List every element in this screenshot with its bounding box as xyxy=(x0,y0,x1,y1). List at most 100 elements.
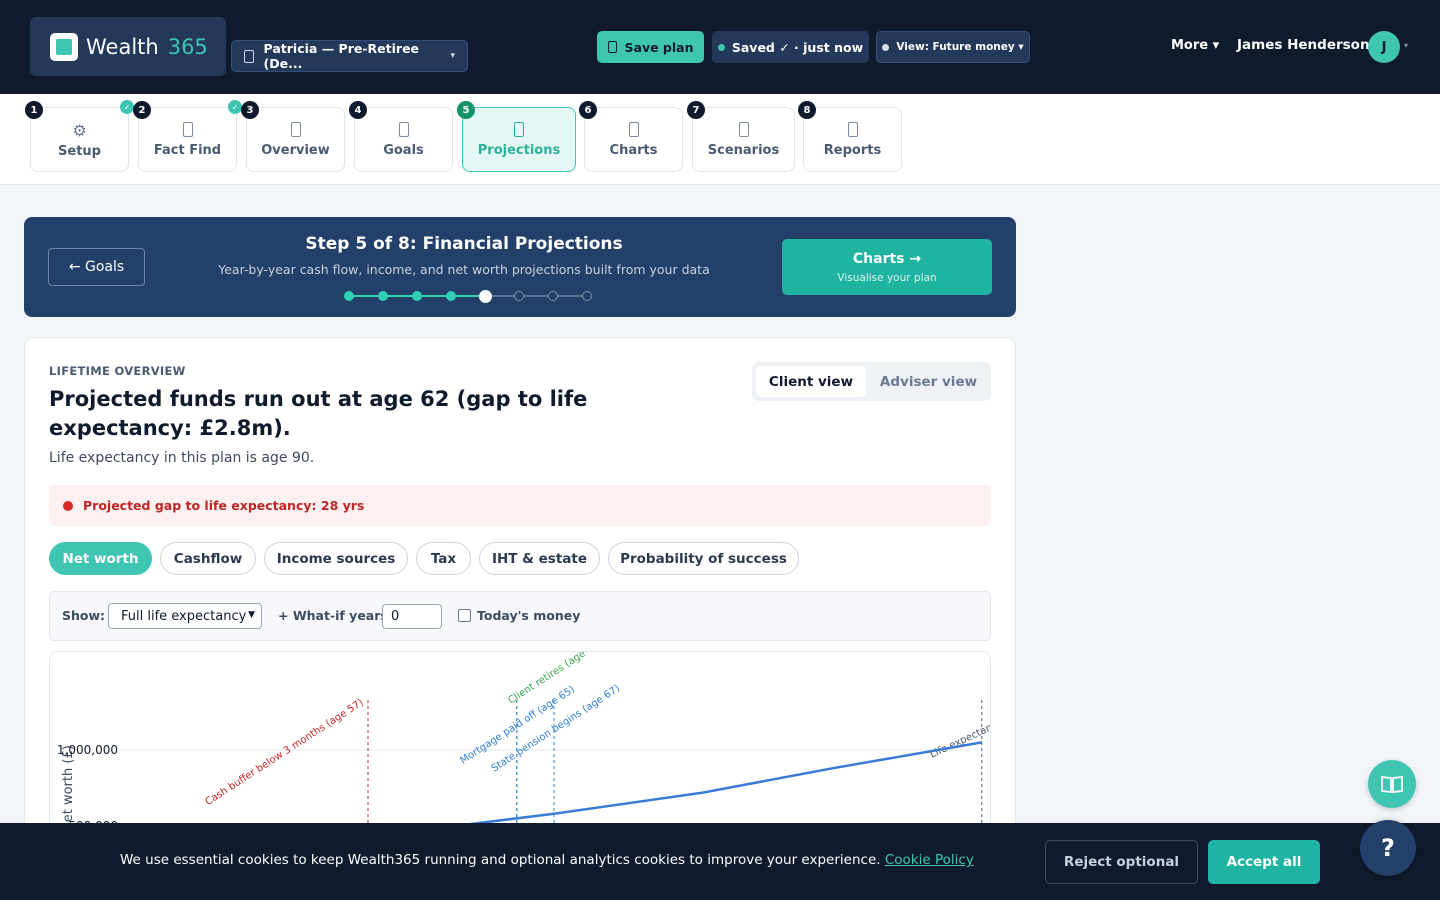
status-dot-icon xyxy=(882,43,890,51)
view-mode-label: View: Future money ▾ xyxy=(896,41,1024,53)
tab-income-sources[interactable]: Income sources xyxy=(264,542,408,575)
check-icon: ✓ xyxy=(120,100,134,114)
more-menu-button[interactable]: More ▾ xyxy=(1171,38,1219,53)
gap-alert: Projected gap to life expectancy: 28 yrs xyxy=(49,485,991,526)
step-charts[interactable]: Charts xyxy=(584,107,683,172)
step-fact-find[interactable]: Fact Find xyxy=(138,107,237,172)
whatif-label: + What-if years: xyxy=(278,608,393,623)
step-label: Projections xyxy=(477,142,561,158)
step-number-badge: 1 xyxy=(25,101,43,119)
adviser-view-toggle[interactable]: Adviser view xyxy=(870,366,987,397)
save-icon xyxy=(607,41,617,53)
help-button[interactable]: ? xyxy=(1360,820,1416,876)
alert-dot-icon xyxy=(63,500,73,511)
step-label: Overview xyxy=(261,142,330,158)
step-reports[interactable]: Reports xyxy=(803,107,902,172)
brand-logo-button[interactable]: Wealth 365 xyxy=(30,17,226,76)
document-icon xyxy=(290,121,301,137)
step-label: Charts xyxy=(609,142,658,158)
step-progress-dots xyxy=(344,289,592,303)
progress-dot xyxy=(378,291,388,301)
whatif-years-input[interactable]: 0 xyxy=(382,604,442,629)
step-projections[interactable]: Projections xyxy=(462,107,576,172)
step-subtitle: Year-by-year cash flow, income, and net … xyxy=(218,262,710,277)
net-worth-series-line xyxy=(367,741,983,828)
step-number-badge: 2 xyxy=(133,101,151,119)
cookie-message: We use essential cookies to keep Wealth3… xyxy=(120,852,974,868)
step-number-badge: 8 xyxy=(798,101,816,119)
accept-all-button[interactable]: Accept all xyxy=(1208,840,1320,884)
tab-net-worth[interactable]: Net worth xyxy=(49,542,152,575)
view-toggle: Client view Adviser view xyxy=(752,362,991,401)
report-icon xyxy=(847,121,858,137)
scenarios-icon xyxy=(738,121,749,137)
client-selector[interactable]: Patricia — Pre-Retiree (De... ▾ xyxy=(231,40,468,72)
chart-icon xyxy=(628,121,639,137)
show-label: Show: xyxy=(62,608,106,623)
progress-dot xyxy=(582,291,592,301)
progress-dot xyxy=(478,289,492,303)
progress-dot xyxy=(446,291,456,301)
progress-dot xyxy=(412,291,422,301)
gear-icon: ⚙ xyxy=(72,120,87,140)
next-charts-button[interactable]: Charts → Visualise your plan xyxy=(782,239,992,295)
guide-button[interactable] xyxy=(1368,760,1416,808)
next-button-sublabel: Visualise your plan xyxy=(837,271,937,284)
progress-dot xyxy=(548,291,558,301)
step-label: Fact Find xyxy=(153,142,222,158)
show-range-value: Full life expectancy xyxy=(121,608,247,624)
save-plan-label: Save plan xyxy=(624,39,694,55)
back-to-goals-button[interactable]: ← Goals xyxy=(48,248,145,286)
saved-status: Saved ✓ · just now xyxy=(712,31,869,63)
document-icon xyxy=(514,121,524,137)
chevron-down-icon: ▾ xyxy=(450,51,455,61)
user-name[interactable]: James Henderson xyxy=(1237,37,1370,53)
section-kicker: LIFETIME OVERVIEW xyxy=(49,364,186,378)
step-label: Scenarios xyxy=(707,142,780,158)
client-selector-label: Patricia — Pre-Retiree (De... xyxy=(263,41,420,71)
alert-text: Projected gap to life expectancy: 28 yrs xyxy=(83,498,365,513)
step-number-badge: 7 xyxy=(687,101,705,119)
step-scenarios[interactable]: Scenarios xyxy=(692,107,795,172)
show-range-select[interactable]: Full life expectancy ▼ xyxy=(108,603,262,629)
annotation-label: Cash buffer below 3 months (age 57) xyxy=(203,697,365,808)
y-tick-label: 1,000,000 xyxy=(57,743,118,757)
tab-tax[interactable]: Tax xyxy=(416,542,471,575)
brand-name: Wealth xyxy=(86,34,159,59)
save-plan-button[interactable]: Save plan xyxy=(597,31,704,63)
step-title: Step 5 of 8: Financial Projections xyxy=(305,234,623,254)
chevron-down-icon[interactable]: ▾ xyxy=(1404,41,1408,50)
step-overview[interactable]: Overview xyxy=(246,107,345,172)
book-icon xyxy=(1381,775,1403,793)
saved-status-label: Saved ✓ · just now xyxy=(731,39,864,55)
client-view-toggle[interactable]: Client view xyxy=(756,366,866,397)
todays-money-checkbox[interactable] xyxy=(458,609,471,622)
net-worth-chart-svg: Net worth (£)1,000,000500,000Cash buffer… xyxy=(57,652,990,850)
todays-money-label[interactable]: Today's money xyxy=(477,608,580,623)
status-dot-icon xyxy=(717,43,725,51)
reject-optional-button[interactable]: Reject optional xyxy=(1045,840,1198,884)
step-number-badge: 4 xyxy=(349,101,367,119)
brand-mark-icon xyxy=(50,32,78,61)
step-label: Goals xyxy=(383,142,424,158)
tab-iht-estate[interactable]: IHT & estate xyxy=(479,542,600,575)
tab-probability-of-success[interactable]: Probability of success xyxy=(608,542,799,575)
document-icon xyxy=(182,121,193,137)
step-label: Setup xyxy=(58,143,101,159)
step-number-badge: 3 xyxy=(241,101,259,119)
avatar[interactable]: J xyxy=(1368,31,1400,63)
step-goals[interactable]: Goals xyxy=(354,107,453,172)
check-icon: ✓ xyxy=(228,100,242,114)
overview-subline: Life expectancy in this plan is age 90. xyxy=(49,450,315,466)
tab-cashflow[interactable]: Cashflow xyxy=(160,542,256,575)
progress-dot xyxy=(514,291,524,301)
view-mode-dropdown[interactable]: View: Future money ▾ xyxy=(876,31,1030,63)
cookie-text: We use essential cookies to keep Wealth3… xyxy=(120,852,881,868)
step-number-badge: 6 xyxy=(579,101,597,119)
net-worth-chart: Net worth (£)1,000,000500,000Cash buffer… xyxy=(49,651,991,851)
document-icon xyxy=(398,121,409,137)
document-icon xyxy=(244,49,254,63)
step-setup[interactable]: ⚙ Setup xyxy=(30,107,129,172)
cookie-policy-link[interactable]: Cookie Policy xyxy=(885,852,974,868)
step-label: Reports xyxy=(823,142,882,158)
